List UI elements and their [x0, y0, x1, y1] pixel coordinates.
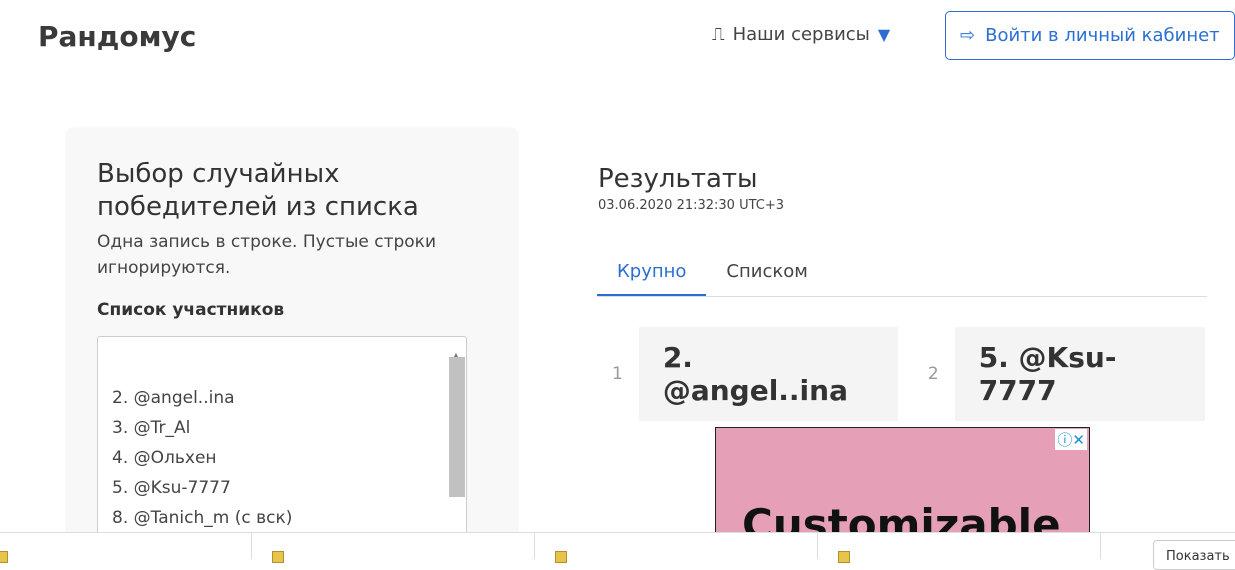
list-line: 3. @Tr_Al	[112, 418, 191, 438]
download-item[interactable]	[252, 533, 535, 563]
tab-large[interactable]: Крупно	[597, 253, 707, 296]
login-label: Войти в личный кабинет	[985, 25, 1220, 46]
results-timestamp: 03.06.2020 21:32:30 UTC+3	[598, 198, 785, 213]
file-icon	[0, 551, 8, 563]
downloads-bar	[0, 532, 1235, 563]
scrollbar[interactable]: ▲	[448, 341, 465, 555]
file-icon	[272, 551, 284, 563]
login-button[interactable]: ⇨ Войти в личный кабинет	[945, 11, 1235, 60]
services-label: Наши сервисы	[732, 24, 870, 45]
form-title: Выбор случайных победителей из списка	[97, 159, 419, 222]
winner-name: 5. @Ksu-7777	[954, 327, 1205, 421]
file-icon	[838, 551, 850, 563]
download-item[interactable]	[0, 533, 252, 563]
list-label: Список участников	[97, 300, 285, 320]
advertisement[interactable]: ⓘ✕ Customizable	[715, 427, 1090, 537]
file-icon	[555, 551, 567, 563]
chevron-down-icon: ▼	[877, 25, 891, 44]
list-line: 2. @angel..ina	[112, 388, 235, 408]
input-card: Выбор случайных победителей из списка Од…	[67, 128, 517, 556]
winner-name: 2. @angel..ina	[638, 327, 898, 421]
winner-number: 1	[612, 364, 623, 384]
pulse-icon: ⎍	[712, 24, 725, 45]
form-hint: Одна запись в строке. Пустые строки игно…	[97, 232, 436, 278]
list-line: 8. @Tanich_m (с вск)	[112, 508, 293, 528]
logo[interactable]: Рандомус	[38, 20, 196, 53]
ad-info-close-icon[interactable]: ⓘ✕	[1055, 429, 1087, 450]
list-line: 5. @Ksu-7777	[112, 478, 231, 498]
results-title: Результаты	[598, 164, 758, 194]
participants-textarea[interactable]: 2. @angel..ina 3. @Tr_Al 4. @Ольхен 5. @…	[97, 336, 467, 556]
tab-list[interactable]: Списком	[706, 253, 827, 296]
scrollbar-thumb[interactable]	[449, 357, 465, 497]
list-line: 4. @Ольхен	[112, 448, 217, 468]
sign-in-icon: ⇨	[960, 25, 976, 46]
download-item[interactable]	[818, 533, 1101, 563]
download-item[interactable]	[535, 533, 818, 563]
winner-number: 2	[927, 364, 939, 384]
show-all-downloads-button[interactable]: Показать	[1153, 540, 1235, 570]
services-menu[interactable]: ⎍ Наши сервисы ▼	[712, 24, 890, 45]
